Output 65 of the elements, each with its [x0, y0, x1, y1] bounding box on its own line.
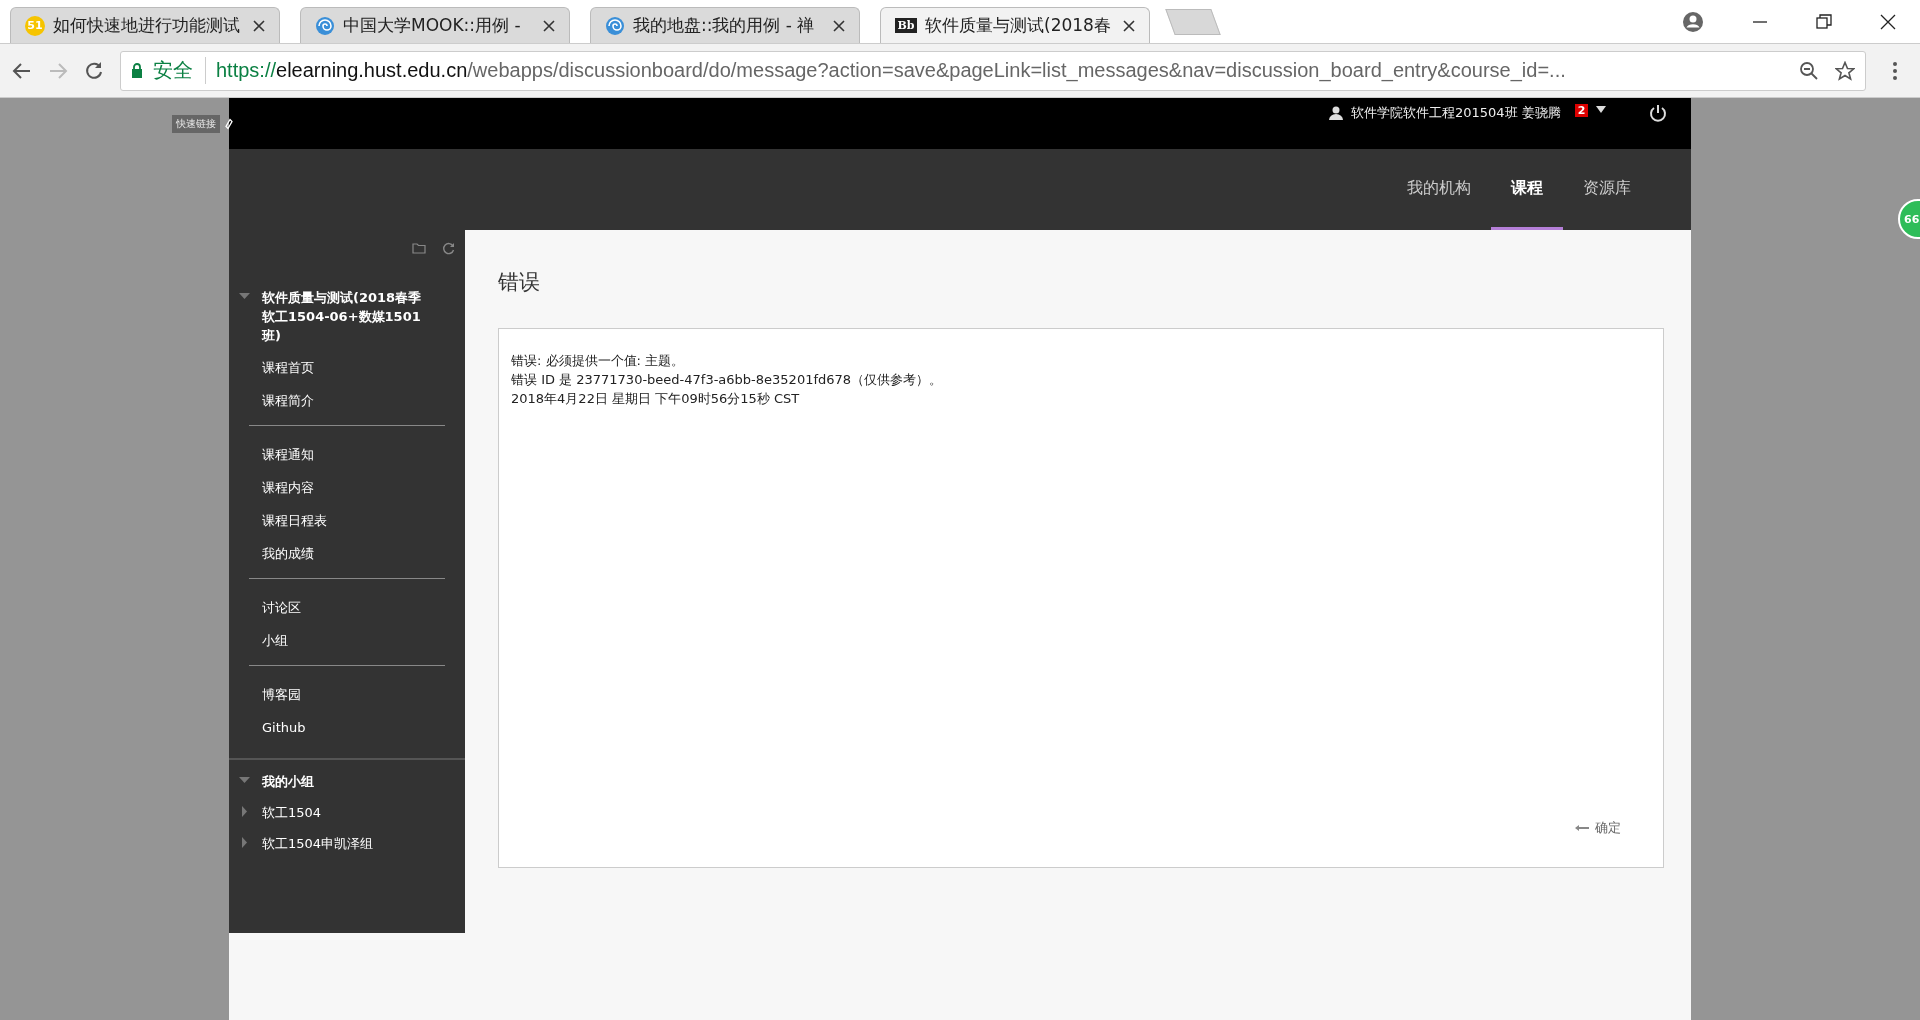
error-message: 错误: 必须提供一个值: 主题。	[511, 352, 686, 370]
sidebar-link[interactable]: 软工1504	[262, 803, 322, 822]
course-title[interactable]: 软件质量与测试(2018春季软工1504-06+数媒1501班)	[262, 288, 434, 345]
back-icon[interactable]	[12, 60, 32, 81]
browser-tab[interactable]: 我的地盘::我的用例 - 禅	[590, 7, 860, 43]
collapsed-caret-icon[interactable]	[239, 806, 250, 817]
link-icon[interactable]	[224, 118, 234, 130]
forward-icon	[48, 60, 68, 81]
browser-tab[interactable]: 51 如何快速地进行功能测试	[10, 7, 280, 43]
power-icon[interactable]	[1649, 104, 1667, 122]
error-message: 错误 ID 是 23771730-beed-47f3-a6bb-8e35201fd678（仅供参考）。	[511, 371, 944, 389]
globe-icon	[315, 15, 335, 36]
menu-icon[interactable]	[1892, 60, 1898, 81]
ok-link[interactable]: 确定	[1575, 819, 1621, 837]
account-icon[interactable]	[1682, 10, 1704, 33]
site-icon: Bb	[895, 18, 917, 33]
sidebar-link[interactable]: 博客园	[229, 678, 465, 711]
close-icon[interactable]	[1880, 13, 1896, 30]
tab-title: 中国大学MOOK::用例 -	[343, 14, 522, 37]
quick-links-button[interactable]: 快速链接	[172, 115, 220, 133]
site-icon: 51	[25, 15, 45, 36]
nav-tab[interactable]: 我的机构	[1387, 149, 1491, 230]
browser-tab[interactable]: Bb 软件质量与测试(2018春	[880, 7, 1150, 43]
reload-icon[interactable]	[84, 60, 104, 81]
expanded-caret-icon[interactable]	[239, 775, 250, 786]
address-bar[interactable]: 安全 https://elearning.hust.edu.cn/webapps/discussionboard/do/message?action=save&pageLink=list_messages&nav=discussion_board_entry&course_id=...	[120, 50, 1866, 91]
tab-title: 如何快速地进行功能测试	[53, 14, 241, 37]
security-label: 安全	[153, 57, 206, 84]
user-icon	[1329, 106, 1343, 120]
bookmark-star-icon[interactable]	[1835, 60, 1855, 81]
tab-title: 我的地盘::我的用例 - 禅	[633, 14, 816, 37]
close-icon[interactable]	[833, 19, 845, 32]
globe-icon	[605, 15, 625, 36]
nav-tab[interactable]: 课程	[1491, 149, 1563, 230]
dropdown-caret-icon[interactable]	[1596, 106, 1607, 113]
close-icon[interactable]	[1123, 19, 1135, 32]
restore-icon[interactable]	[1816, 13, 1832, 30]
sidebar-link[interactable]: 软工1504申凯泽组	[262, 834, 374, 853]
url-text: https://elearning.hust.edu.cn/webapps/discussionboard/do/message?action=save&pageLink=list_messages&nav=discussion_board_entry&course_id=...	[216, 59, 1567, 82]
sidebar-link[interactable]: 课程日程表	[229, 504, 465, 537]
browser-tab[interactable]: 中国大学MOOK::用例 -	[300, 7, 570, 43]
refresh-icon[interactable]	[442, 242, 455, 255]
close-icon[interactable]	[253, 19, 265, 32]
section-title[interactable]: 我的小组	[262, 772, 314, 791]
sidebar-link[interactable]: 课程内容	[229, 471, 465, 504]
error-message: 2018年4月22日 星期日 下午09时56分15秒 CST	[511, 390, 801, 408]
user-name[interactable]: 软件学院软件工程201504班 姜骁腾	[1351, 104, 1561, 122]
left-arrow-icon	[1575, 825, 1589, 831]
notification-badge: 2	[1574, 104, 1589, 117]
collapsed-caret-icon[interactable]	[239, 837, 250, 848]
zoom-out-icon[interactable]	[1799, 60, 1819, 81]
expanded-caret-icon[interactable]	[239, 291, 250, 302]
lock-icon	[131, 63, 143, 78]
sidebar-link[interactable]: 我的成绩	[229, 537, 465, 570]
sidebar-link[interactable]: Github	[229, 711, 465, 744]
close-icon[interactable]	[543, 19, 555, 32]
tab-title: 软件质量与测试(2018春	[925, 14, 1112, 37]
sidebar-link[interactable]: 课程首页	[229, 351, 465, 384]
sidebar-link[interactable]: 讨论区	[229, 591, 465, 624]
folder-icon[interactable]	[412, 242, 426, 254]
sidebar-link[interactable]: 课程通知	[229, 438, 465, 471]
page-title: 错误	[498, 269, 541, 296]
sidebar-link[interactable]: 课程简介	[229, 384, 465, 417]
nav-tab[interactable]: 资源库	[1563, 149, 1651, 230]
sidebar-link[interactable]: 小组	[229, 624, 465, 657]
